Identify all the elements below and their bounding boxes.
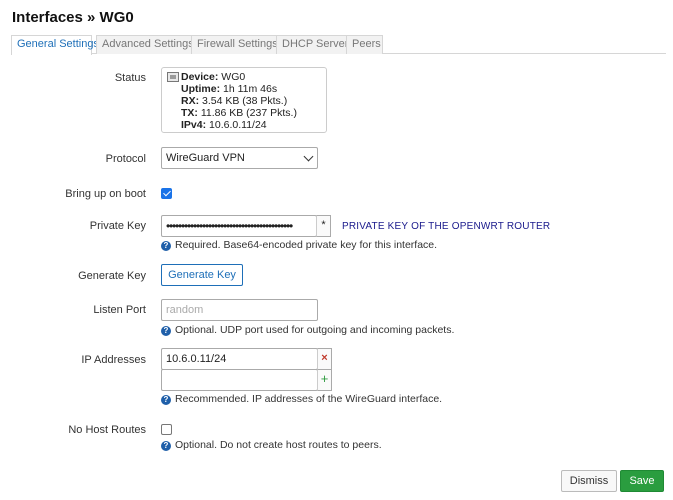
status-tx-value: 11.86 KB (237 Pkts.) xyxy=(200,107,297,119)
reveal-password-button[interactable]: * xyxy=(316,215,331,237)
status-ipv4-value: 10.6.0.11/24 xyxy=(209,119,267,131)
dismiss-button[interactable]: Dismiss xyxy=(561,470,617,492)
ip-addresses-label: IP Addresses xyxy=(81,354,146,366)
private-key-label: Private Key xyxy=(89,220,146,232)
remove-ip-button[interactable]: × xyxy=(317,348,332,370)
chevron-down-icon xyxy=(303,151,314,162)
ip-address-input-1[interactable]: 10.6.0.11/24 xyxy=(161,348,318,370)
tab-advanced-settings[interactable]: Advanced Settings xyxy=(96,35,197,54)
tab-peers[interactable]: Peers xyxy=(346,35,383,54)
status-tx-key: TX: xyxy=(181,107,198,119)
save-button[interactable]: Save xyxy=(620,470,664,492)
tab-firewall-settings[interactable]: Firewall Settings xyxy=(191,35,284,54)
ip-addresses-help-text: Recommended. IP addresses of the WireGua… xyxy=(175,393,443,405)
status-device-key: Device: xyxy=(181,71,219,83)
generate-key-label: Generate Key xyxy=(78,270,146,282)
status-rx-value: 3.54 KB (38 Pkts.) xyxy=(202,95,288,107)
status-label: Status xyxy=(114,72,146,84)
no-host-routes-checkbox[interactable] xyxy=(161,424,172,435)
network-device-icon xyxy=(167,72,179,82)
tab-general-settings[interactable]: General Settings xyxy=(11,35,99,55)
status-uptime-value: 1h 11m 46s xyxy=(223,83,278,95)
ip-address-input-2[interactable] xyxy=(161,369,318,391)
private-key-help: ? Required. Base64-encoded private key fo… xyxy=(161,239,437,251)
generate-key-button[interactable]: Generate Key xyxy=(161,264,243,286)
protocol-select[interactable]: WireGuard VPN xyxy=(161,147,318,169)
page-title: Interfaces » WG0 xyxy=(12,9,134,26)
help-icon: ? xyxy=(161,241,171,251)
bring-up-on-boot-checkbox[interactable] xyxy=(161,188,172,199)
help-icon: ? xyxy=(161,441,171,451)
status-uptime-key: Uptime: xyxy=(181,83,221,95)
help-icon: ? xyxy=(161,326,171,336)
listen-port-input[interactable]: random xyxy=(161,299,318,321)
protocol-label: Protocol xyxy=(105,153,146,165)
listen-port-help: ? Optional. UDP port used for outgoing an… xyxy=(161,324,454,336)
status-ipv4-key: IPv4: xyxy=(181,119,207,131)
private-key-input[interactable]: ••••••••••••••••••••••••••••••••••••••••… xyxy=(161,215,317,237)
no-host-routes-help-text: Optional. Do not create host routes to p… xyxy=(175,439,382,451)
status-rx-key: RX: xyxy=(181,95,200,107)
ip-addresses-help: ? Recommended. IP addresses of the WireGu… xyxy=(161,393,442,405)
add-ip-button[interactable]: + xyxy=(317,369,332,391)
status-box: Device: WG0 Uptime: 1h 11m 46s RX: 3.54 … xyxy=(161,67,327,133)
protocol-select-value: WireGuard VPN xyxy=(166,152,245,164)
private-key-annotation: PRIVATE KEY OF THE OPENWRT ROUTER xyxy=(342,221,551,232)
private-key-help-text: Required. Base64-encoded private key for… xyxy=(175,239,438,251)
tab-bar: General Settings Advanced Settings Firew… xyxy=(11,35,666,55)
status-details: Device: WG0 Uptime: 1h 11m 46s RX: 3.54 … xyxy=(181,71,297,131)
help-icon: ? xyxy=(161,395,171,405)
no-host-routes-help: ? Optional. Do not create host routes to … xyxy=(161,439,382,451)
status-device-value: WG0 xyxy=(221,71,246,83)
listen-port-label: Listen Port xyxy=(93,304,146,316)
listen-port-help-text: Optional. UDP port used for outgoing and… xyxy=(175,324,455,336)
bring-up-on-boot-label: Bring up on boot xyxy=(65,188,146,200)
no-host-routes-label: No Host Routes xyxy=(68,424,146,436)
